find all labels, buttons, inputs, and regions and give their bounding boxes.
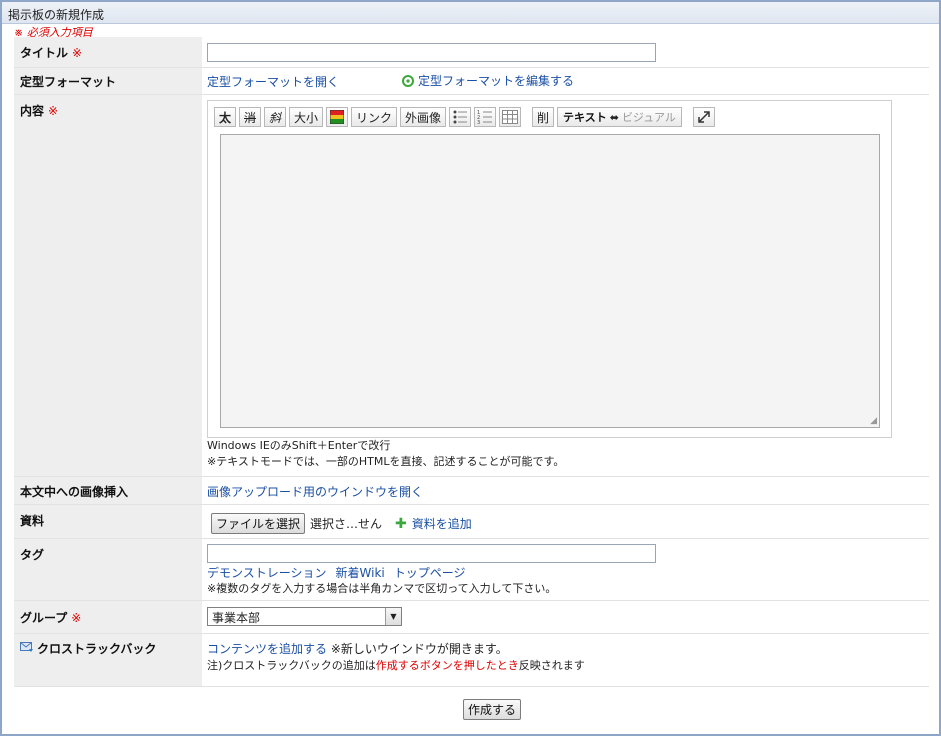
material-row: 資料 ファイルを選択 選択さ…せん ✚ 資料を追加: [14, 505, 929, 539]
image-upload-link[interactable]: 画像アップロード用のウインドウを開く: [207, 483, 423, 500]
mode-switch[interactable]: テキスト ⬌ ビジュアル: [557, 107, 682, 127]
italic-button[interactable]: 斜: [264, 107, 286, 127]
shift-enter-note: Windows IEのみShift＋Enterで改行: [207, 439, 391, 452]
tag-suggestions: デモンストレーション 新着Wiki トップページ: [207, 564, 466, 581]
format-label: 定型フォーマット: [14, 68, 202, 94]
content-textarea[interactable]: ◢: [220, 134, 880, 428]
tag-input[interactable]: [207, 544, 656, 563]
open-format-link[interactable]: 定型フォーマットを開く: [207, 73, 339, 90]
font-size-button[interactable]: 大小: [289, 107, 324, 127]
table-icon: [502, 110, 519, 124]
html-mode-note: ※テキストモードでは、一部のHTMLを直接、記述することが可能です。: [207, 455, 565, 468]
title-input[interactable]: [207, 43, 656, 62]
edit-format-link[interactable]: 定型フォーマットを編集する: [418, 72, 574, 89]
add-content-link[interactable]: コンテンツを追加する: [207, 642, 327, 656]
crosstrack-row: クロストラックバック コンテンツを追加する ※新しいウインドウが開きます。 注)…: [14, 634, 929, 687]
image-row: 本文中への画像挿入 画像アップロード用のウインドウを開く: [14, 477, 929, 505]
tag-note: ※複数のタグを入力する場合は半角カンマで区切って入力して下さい。: [207, 582, 557, 595]
mode-text-label[interactable]: テキスト: [563, 109, 607, 125]
tag-suggestion-link[interactable]: トップページ: [394, 564, 466, 581]
window-title: 掲示板の新規作成: [2, 2, 939, 24]
color-palette-icon: [330, 110, 345, 124]
material-label: 資料: [14, 505, 202, 538]
svg-text:3: 3: [477, 120, 480, 125]
crosstrack-note: 注)クロストラックバックの追加は作成するボタンを押したとき反映されます: [207, 659, 585, 672]
editor-toolbar: 太 消 斜 大小 リンク 外画像 123 削 テキスト ⬌ ビジュアル: [214, 106, 715, 128]
tag-suggestion-link[interactable]: 新着Wiki: [336, 564, 385, 581]
delete-format-button[interactable]: 削: [532, 107, 555, 127]
link-button[interactable]: リンク: [351, 107, 398, 127]
title-label: タイトル: [20, 46, 69, 60]
add-icon: ✚: [395, 515, 407, 532]
group-select[interactable]: 事業本部 ▼: [207, 607, 402, 626]
form-window: 掲示板の新規作成 ※ 必須入力項目 タイトル ※ 定型フォーマット 定型フォーマッ…: [0, 0, 941, 736]
mode-visual-label[interactable]: ビジュアル: [622, 109, 676, 125]
expand-icon: [698, 111, 710, 123]
group-selected-value: 事業本部: [212, 611, 261, 625]
tag-suggestion-link[interactable]: デモンストレーション: [207, 564, 327, 581]
rich-text-editor: 太 消 斜 大小 リンク 外画像 123 削 テキスト ⬌ ビジュアル ◢: [207, 100, 892, 438]
create-button[interactable]: 作成する: [463, 699, 522, 720]
table-button[interactable]: [499, 107, 522, 127]
choose-file-button[interactable]: ファイルを選択: [211, 513, 306, 534]
tag-label: タグ: [14, 539, 202, 600]
bold-button[interactable]: 太: [214, 107, 236, 127]
content-row: 内容 ※ 太 消 斜 大小 リンク 外画像 1 2 3 削 テキスト ⬌ ビジュ…: [14, 95, 929, 477]
image-label: 本文中への画像挿入: [14, 477, 202, 504]
crosstrack-note-highlight: 作成するボタンを押したとき: [375, 659, 519, 672]
new-window-note: ※新しいウインドウが開きます。: [330, 642, 508, 656]
bullet-list-icon: [453, 110, 468, 124]
content-label: 内容: [20, 104, 45, 118]
title-row: タイトル ※: [14, 37, 929, 68]
bullet-list-button[interactable]: [449, 107, 472, 127]
tag-row: タグ デモンストレーション 新着Wiki トップページ ※複数のタグを入力する場…: [14, 539, 929, 601]
required-mark: ※: [71, 611, 82, 625]
mode-arrow-icon: ⬌: [609, 110, 619, 124]
resize-grip-icon[interactable]: ◢: [870, 416, 877, 426]
gear-icon: [402, 74, 414, 87]
file-status: 選択さ…せん: [310, 517, 383, 531]
add-material-link[interactable]: 資料を追加: [412, 515, 472, 532]
trackback-icon: [20, 642, 33, 652]
color-button[interactable]: [326, 107, 349, 127]
fullscreen-button[interactable]: [692, 107, 715, 127]
dropdown-arrow-icon: ▼: [385, 608, 401, 625]
required-mark: ※: [72, 46, 83, 60]
format-row: 定型フォーマット 定型フォーマットを開く 定型フォーマットを編集する: [14, 68, 929, 95]
strike-button[interactable]: 消: [239, 107, 261, 127]
group-label: グループ: [20, 611, 68, 625]
numbered-list-button[interactable]: 123: [474, 107, 497, 127]
crosstrack-label: クロストラックバック: [37, 642, 157, 656]
external-image-button[interactable]: 外画像: [400, 107, 447, 127]
numbered-list-icon: 123: [477, 110, 493, 125]
required-mark: ※: [48, 104, 59, 118]
group-row: グループ ※ 事業本部 ▼: [14, 601, 929, 634]
